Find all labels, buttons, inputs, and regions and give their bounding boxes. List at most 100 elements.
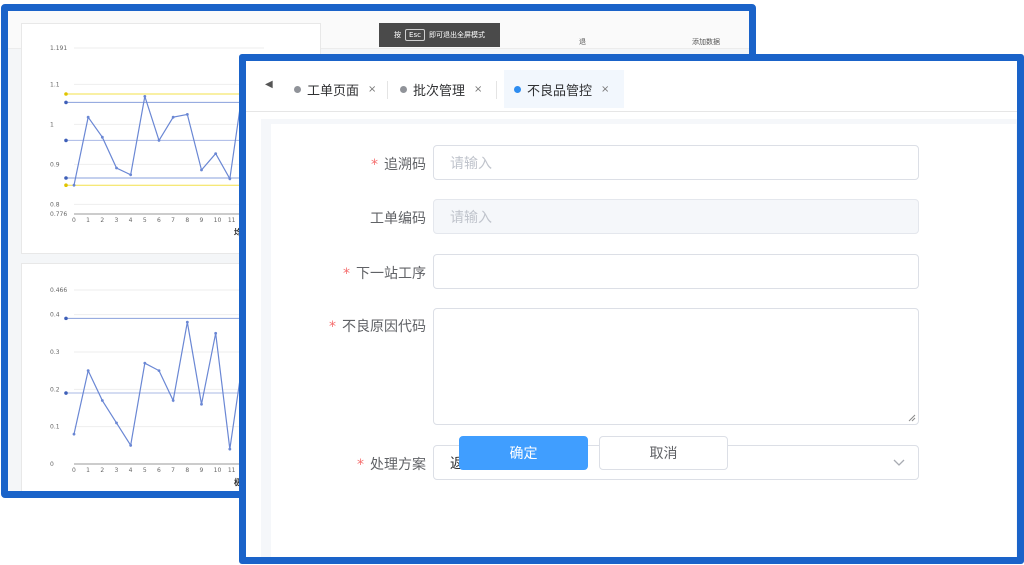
required-mark: * [343,266,350,282]
data-point [200,168,203,172]
y-tick-label: 1.191 [50,45,67,52]
x-tick-label: 1 [86,217,90,224]
y-tick-label: 1.1 [50,81,60,88]
x-tick-label: 1 [86,467,90,474]
defect-form: * 追溯码 请输入 工单编码 请输入 * 下一站工序 * 不良原因代码 * 处理… [271,124,1016,557]
x-tick-label: 0 [72,467,76,474]
tab-dot-icon [400,85,407,93]
data-point [228,447,232,451]
x-tick-label: 8 [185,217,189,224]
data-point [157,139,161,142]
y-tick-label: 0.466 [50,287,67,294]
data-point [143,361,147,365]
x-tick-label: 3 [115,217,119,224]
data-point [86,115,90,119]
x-tick-label: 7 [171,467,175,474]
chevron-down-icon [893,459,905,466]
data-point [129,443,133,447]
tab-scroll-left-icon[interactable]: ◀ [265,79,273,90]
reference-point [64,100,68,105]
x-tick-label: 4 [129,217,133,224]
esc-banner-suffix: 即可退出全屏模式 [428,31,485,39]
tab-separator [496,81,497,99]
reference-point [64,183,68,187]
data-point [171,399,175,402]
confirm-button[interactable]: 确定 [459,436,588,470]
data-point [72,183,76,187]
x-tick-label: 11 [228,467,236,474]
x-tick-label: 9 [200,217,204,224]
tab-close-icon[interactable]: × [601,84,609,95]
x-tick-label: 6 [157,217,161,224]
data-point [100,135,104,139]
tab-label: 批次管理 [413,83,466,99]
x-tick-label: 10 [214,467,222,474]
cancel-button[interactable]: 取消 [599,436,728,470]
y-tick-label: 1 [50,121,54,128]
reference-point [64,391,68,395]
tab-batch-management[interactable]: 批次管理 × [390,70,492,108]
form-area: * 追溯码 请输入 工单编码 请输入 * 下一站工序 * 不良原因代码 * 处理… [261,119,1017,557]
y-tick-label: 0.776 [50,211,67,218]
y-tick-label: 0.3 [50,349,60,356]
next-process-input[interactable] [433,254,919,289]
data-point [214,331,218,335]
reference-point [64,316,68,321]
data-point [72,432,76,436]
solution-label: * 处理方案 [357,457,426,473]
reference-point [64,92,68,96]
y-tick-label: 0.4 [50,312,60,319]
defect-reason-textarea[interactable] [433,308,919,425]
tab-dot-icon [294,85,301,93]
trace-code-label: * 追溯码 [371,157,426,173]
x-tick-label: 3 [115,467,119,474]
x-tick-label: 2 [100,467,104,474]
required-mark: * [329,319,336,335]
data-point [143,95,147,98]
data-point [171,115,175,119]
data-point [185,113,189,116]
data-point [100,399,104,402]
tab-close-icon[interactable]: × [368,84,376,95]
x-tick-label: 5 [143,467,147,474]
resize-grip-icon[interactable] [908,414,916,422]
tab-close-icon[interactable]: × [474,84,482,95]
tab-defect-control[interactable]: 不良品管控 × [504,70,624,108]
esc-banner-prefix: 按 [394,31,402,39]
x-tick-label: 2 [100,217,104,224]
series-line [73,80,245,186]
data-point [228,177,232,181]
background-cell-2: 添加数据 [692,38,720,46]
x-tick-label: 10 [214,217,222,224]
x-tick-label: 5 [143,217,147,224]
defect-control-window: ◀ 工单页面 × 批次管理 × 不良品管控 × * 追溯码 请输入 工单编码 请… [239,54,1024,564]
tab-label: 工单页面 [307,83,360,99]
reference-point [64,176,68,180]
x-tick-label: 6 [157,467,161,474]
tab-work-order-page[interactable]: 工单页面 × [284,70,386,108]
x-tick-label: 0 [72,217,76,224]
data-point [86,369,90,373]
work-order-code-label: 工单编码 [370,211,426,227]
data-point [157,369,161,373]
x-tick-label: 4 [129,467,133,474]
tab-active-dot-icon [514,85,521,93]
required-mark: * [357,457,364,473]
tab-label: 不良品管控 [527,83,593,99]
background-cell-1: 退 [579,38,586,46]
y-tick-label: 0.9 [50,161,60,168]
x-tick-label: 9 [200,467,204,474]
next-process-label: * 下一站工序 [343,266,426,282]
esc-key: Esc [405,29,425,41]
y-tick-label: 0.2 [50,386,60,393]
data-point [185,320,189,324]
x-tick-label: 11 [228,217,236,224]
y-tick-label: 0.8 [50,201,60,208]
tab-bar: ◀ 工单页面 × 批次管理 × 不良品管控 × [246,61,1017,112]
fullscreen-exit-banner: 按 Esc 即可退出全屏模式 [379,23,500,47]
x-tick-label: 7 [171,217,175,224]
required-mark: * [371,157,378,173]
data-point [115,166,118,170]
trace-code-input[interactable]: 请输入 [433,145,919,180]
y-tick-label: 0 [50,461,54,468]
